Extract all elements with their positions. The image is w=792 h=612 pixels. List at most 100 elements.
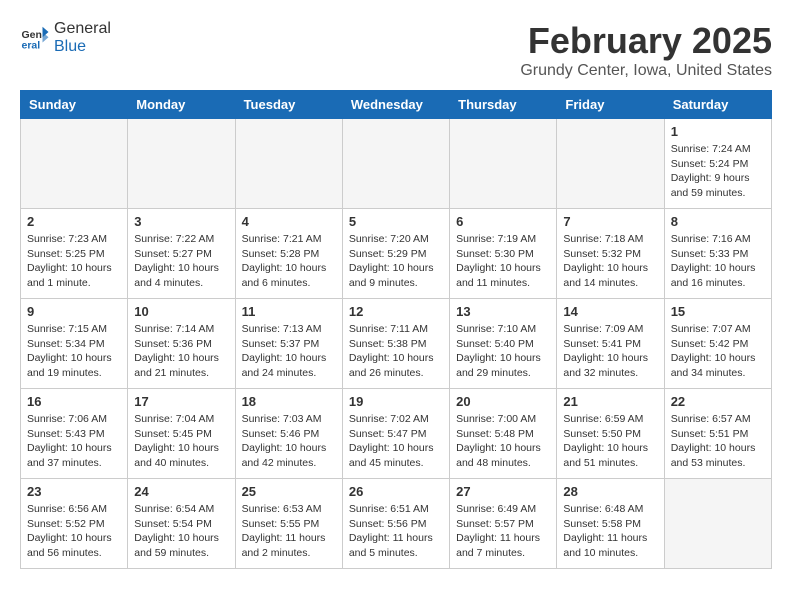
weekday-header-friday: Friday [557,91,664,119]
day-info: Sunrise: 6:48 AM Sunset: 5:58 PM Dayligh… [563,502,657,561]
day-info: Sunrise: 6:49 AM Sunset: 5:57 PM Dayligh… [456,502,550,561]
day-number: 23 [27,484,121,499]
day-info: Sunrise: 6:51 AM Sunset: 5:56 PM Dayligh… [349,502,443,561]
calendar-cell: 10 Sunrise: 7:14 AM Sunset: 5:36 PM Dayli… [128,299,235,389]
day-number: 3 [134,214,228,229]
title-section: February 2025 Grundy Center, Iowa, Unite… [520,20,772,80]
day-number: 15 [671,304,765,319]
calendar-cell [450,119,557,209]
calendar-cell: 11 Sunrise: 7:13 AM Sunset: 5:37 PM Dayli… [235,299,342,389]
day-number: 6 [456,214,550,229]
calendar-cell: 9 Sunrise: 7:15 AM Sunset: 5:34 PM Daylig… [21,299,128,389]
calendar-cell: 3 Sunrise: 7:22 AM Sunset: 5:27 PM Daylig… [128,209,235,299]
day-info: Sunrise: 7:14 AM Sunset: 5:36 PM Dayligh… [134,322,228,381]
calendar-cell [342,119,449,209]
calendar-cell [664,479,771,569]
day-number: 10 [134,304,228,319]
day-info: Sunrise: 7:19 AM Sunset: 5:30 PM Dayligh… [456,232,550,291]
day-number: 2 [27,214,121,229]
calendar-cell: 23 Sunrise: 6:56 AM Sunset: 5:52 PM Dayli… [21,479,128,569]
weekday-header-saturday: Saturday [664,91,771,119]
day-info: Sunrise: 7:03 AM Sunset: 5:46 PM Dayligh… [242,412,336,471]
day-number: 18 [242,394,336,409]
weekday-header-wednesday: Wednesday [342,91,449,119]
day-info: Sunrise: 6:53 AM Sunset: 5:55 PM Dayligh… [242,502,336,561]
calendar-table: SundayMondayTuesdayWednesdayThursdayFrid… [20,90,772,569]
calendar-cell: 1 Sunrise: 7:24 AM Sunset: 5:24 PM Daylig… [664,119,771,209]
weekday-header-thursday: Thursday [450,91,557,119]
weekday-header-monday: Monday [128,91,235,119]
logo-general: General [54,20,111,38]
day-info: Sunrise: 7:04 AM Sunset: 5:45 PM Dayligh… [134,412,228,471]
calendar-cell: 24 Sunrise: 6:54 AM Sunset: 5:54 PM Dayli… [128,479,235,569]
calendar-cell: 14 Sunrise: 7:09 AM Sunset: 5:41 PM Dayli… [557,299,664,389]
calendar-cell [235,119,342,209]
day-number: 11 [242,304,336,319]
week-row-2: 2Sunrise: 7:23 AM Sunset: 5:25 PM Daylig… [21,209,772,299]
day-number: 9 [27,304,121,319]
week-row-4: 16Sunrise: 7:06 AM Sunset: 5:43 PM Dayli… [21,389,772,479]
day-info: Sunrise: 7:21 AM Sunset: 5:28 PM Dayligh… [242,232,336,291]
calendar-cell: 2Sunrise: 7:23 AM Sunset: 5:25 PM Daylig… [21,209,128,299]
day-info: Sunrise: 6:57 AM Sunset: 5:51 PM Dayligh… [671,412,765,471]
day-info: Sunrise: 7:22 AM Sunset: 5:27 PM Dayligh… [134,232,228,291]
day-info: Sunrise: 7:07 AM Sunset: 5:42 PM Dayligh… [671,322,765,381]
calendar-cell: 5 Sunrise: 7:20 AM Sunset: 5:29 PM Daylig… [342,209,449,299]
calendar-cell: 16Sunrise: 7:06 AM Sunset: 5:43 PM Dayli… [21,389,128,479]
day-number: 27 [456,484,550,499]
day-number: 17 [134,394,228,409]
calendar-cell: 6 Sunrise: 7:19 AM Sunset: 5:30 PM Daylig… [450,209,557,299]
day-number: 26 [349,484,443,499]
logo-icon: Gen eral [20,23,50,53]
calendar-cell: 12Sunrise: 7:11 AM Sunset: 5:38 PM Dayli… [342,299,449,389]
calendar-cell: 15 Sunrise: 7:07 AM Sunset: 5:42 PM Dayli… [664,299,771,389]
calendar-cell [557,119,664,209]
svg-text:eral: eral [22,40,41,52]
day-info: Sunrise: 7:18 AM Sunset: 5:32 PM Dayligh… [563,232,657,291]
page-header: Gen eral General Blue February 2025 Grun… [20,20,772,80]
day-number: 22 [671,394,765,409]
day-number: 14 [563,304,657,319]
calendar-cell: 18 Sunrise: 7:03 AM Sunset: 5:46 PM Dayli… [235,389,342,479]
day-number: 28 [563,484,657,499]
day-info: Sunrise: 6:54 AM Sunset: 5:54 PM Dayligh… [134,502,228,561]
day-number: 8 [671,214,765,229]
week-row-1: 1 Sunrise: 7:24 AM Sunset: 5:24 PM Daylig… [21,119,772,209]
day-info: Sunrise: 7:00 AM Sunset: 5:48 PM Dayligh… [456,412,550,471]
logo: Gen eral General Blue [20,20,111,56]
calendar-cell: 20 Sunrise: 7:00 AM Sunset: 5:48 PM Dayli… [450,389,557,479]
day-info: Sunrise: 7:02 AM Sunset: 5:47 PM Dayligh… [349,412,443,471]
day-number: 20 [456,394,550,409]
calendar-cell: 26 Sunrise: 6:51 AM Sunset: 5:56 PM Dayli… [342,479,449,569]
day-number: 7 [563,214,657,229]
day-info: Sunrise: 7:20 AM Sunset: 5:29 PM Dayligh… [349,232,443,291]
day-info: Sunrise: 7:13 AM Sunset: 5:37 PM Dayligh… [242,322,336,381]
day-info: Sunrise: 7:09 AM Sunset: 5:41 PM Dayligh… [563,322,657,381]
weekday-header-tuesday: Tuesday [235,91,342,119]
day-info: Sunrise: 7:10 AM Sunset: 5:40 PM Dayligh… [456,322,550,381]
calendar-cell [128,119,235,209]
day-info: Sunrise: 7:24 AM Sunset: 5:24 PM Dayligh… [671,142,765,201]
calendar-title: February 2025 [520,20,772,62]
day-number: 4 [242,214,336,229]
weekday-header-row: SundayMondayTuesdayWednesdayThursdayFrid… [21,91,772,119]
day-info: Sunrise: 6:56 AM Sunset: 5:52 PM Dayligh… [27,502,121,561]
day-number: 19 [349,394,443,409]
day-number: 24 [134,484,228,499]
calendar-cell: 28 Sunrise: 6:48 AM Sunset: 5:58 PM Dayli… [557,479,664,569]
day-number: 1 [671,124,765,139]
day-number: 21 [563,394,657,409]
logo-text: General Blue [54,20,111,56]
calendar-cell: 7 Sunrise: 7:18 AM Sunset: 5:32 PM Daylig… [557,209,664,299]
day-number: 13 [456,304,550,319]
calendar-cell [21,119,128,209]
day-info: Sunrise: 7:11 AM Sunset: 5:38 PM Dayligh… [349,322,443,381]
day-info: Sunrise: 6:59 AM Sunset: 5:50 PM Dayligh… [563,412,657,471]
calendar-cell: 22 Sunrise: 6:57 AM Sunset: 5:51 PM Dayli… [664,389,771,479]
day-info: Sunrise: 7:15 AM Sunset: 5:34 PM Dayligh… [27,322,121,381]
day-number: 5 [349,214,443,229]
day-info: Sunrise: 7:06 AM Sunset: 5:43 PM Dayligh… [27,412,121,471]
calendar-cell: 8 Sunrise: 7:16 AM Sunset: 5:33 PM Daylig… [664,209,771,299]
day-info: Sunrise: 7:16 AM Sunset: 5:33 PM Dayligh… [671,232,765,291]
calendar-subtitle: Grundy Center, Iowa, United States [520,62,772,80]
